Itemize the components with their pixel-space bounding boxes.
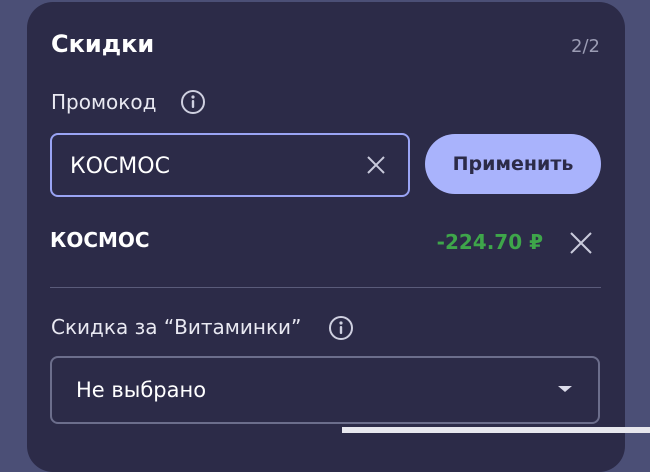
applied-promo-code: КОСМОС	[50, 228, 150, 252]
promo-input-field[interactable]	[50, 133, 410, 197]
promo-label: Промокод	[51, 90, 157, 114]
step-indicator: 2/2	[571, 36, 600, 57]
close-icon[interactable]	[364, 153, 388, 177]
bottom-bar	[342, 427, 650, 433]
close-icon[interactable]	[568, 230, 594, 256]
info-icon[interactable]	[180, 89, 206, 115]
info-icon[interactable]	[328, 315, 354, 341]
vitamins-discount-select[interactable]: Не выбрано	[50, 356, 600, 424]
select-value: Не выбрано	[76, 378, 207, 402]
discounts-title: Скидки	[51, 30, 155, 58]
chevron-down-icon	[558, 386, 572, 392]
discount-amount: -224.70 ₽	[436, 230, 543, 254]
divider	[50, 287, 601, 288]
promo-input[interactable]	[68, 135, 352, 197]
vitamins-discount-label: Скидка за “Витаминки”	[51, 315, 302, 339]
apply-button[interactable]: Применить	[425, 134, 601, 194]
